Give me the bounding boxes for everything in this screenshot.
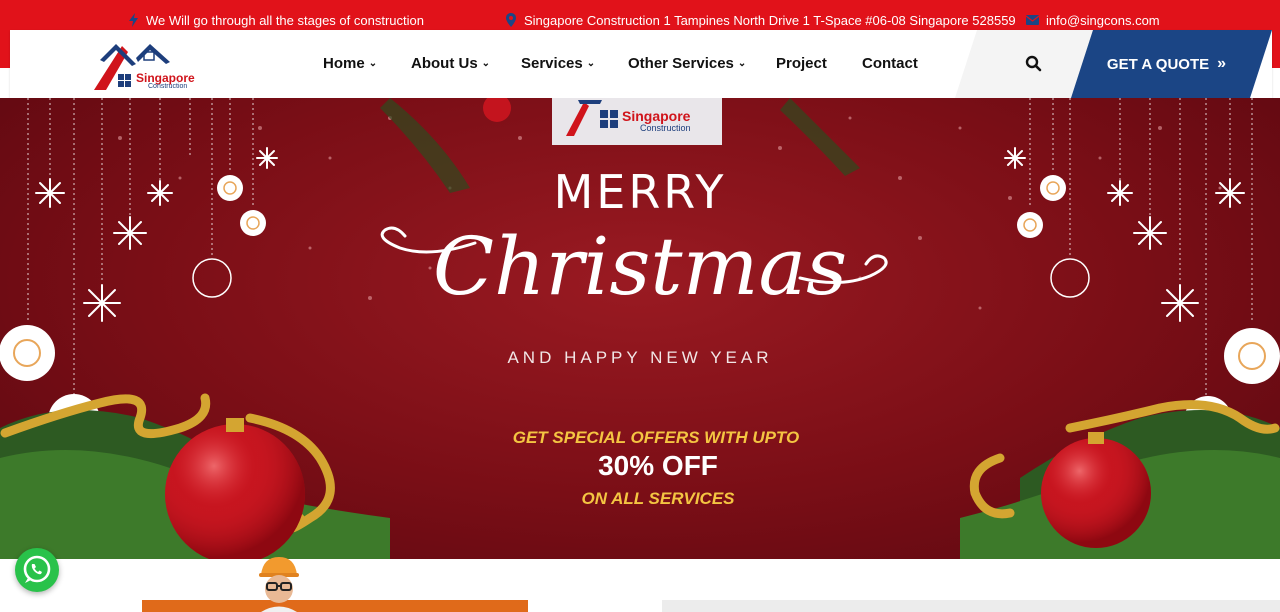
nav-home-label: Home	[323, 54, 365, 72]
nav-services[interactable]: Services ⌄	[521, 53, 595, 73]
chevron-down-icon: ⌄	[368, 57, 378, 69]
address-text: Singapore Construction 1 Tampines North …	[524, 12, 1016, 28]
nav-about-us[interactable]: About Us ⌄	[411, 53, 490, 73]
offer-line-2: 30% OFF	[598, 450, 718, 481]
hero-logo-mark	[566, 100, 618, 136]
chevron-down-icon: ⌄	[481, 57, 491, 69]
tagline-text: We Will go through all the stages of con…	[146, 12, 424, 28]
nav-project[interactable]: Project	[776, 53, 827, 73]
logo-sub: Construction	[148, 83, 188, 90]
email-link[interactable]: info@singcons.com	[1046, 13, 1160, 28]
construction-worker-image	[259, 557, 299, 612]
search-panel	[955, 30, 1093, 98]
nav-contact-label: Contact	[862, 54, 918, 72]
chevron-down-icon: ⌄	[586, 57, 596, 69]
search-icon[interactable]	[1025, 55, 1043, 73]
map-marker-icon	[505, 13, 517, 27]
nav-home[interactable]: Home ⌄	[323, 53, 377, 73]
nav-other-services-label: Other Services	[628, 54, 734, 72]
whatsapp-icon	[23, 555, 51, 583]
grey-section-strip	[662, 600, 1280, 612]
whatsapp-button[interactable]	[15, 548, 59, 592]
nav-about-us-label: About Us	[411, 54, 478, 72]
hero-logo-name: Singapore	[622, 108, 691, 124]
hero-logo-sub: Construction	[640, 123, 691, 133]
hero-christmas: Christmas	[432, 220, 848, 313]
get-a-quote-button[interactable]: GET A QUOTE »	[1071, 30, 1272, 98]
bolt-icon	[127, 13, 139, 27]
nav-services-label: Services	[521, 54, 583, 72]
nav-contact[interactable]: Contact	[862, 53, 918, 73]
chevron-down-icon: ⌄	[737, 57, 747, 69]
offer-line-1: GET SPECIAL OFFERS WITH UPTO	[512, 428, 800, 447]
page: We Will go through all the stages of con…	[0, 0, 1280, 612]
get-a-quote-label: GET A QUOTE	[1106, 55, 1210, 73]
nav-project-label: Project	[776, 54, 827, 72]
nav-other-services[interactable]: Other Services ⌄	[628, 53, 746, 73]
tagline-item: We Will go through all the stages of con…	[127, 11, 424, 29]
email-item[interactable]: info@singcons.com	[1025, 11, 1160, 29]
offer-line-3: ON ALL SERVICES	[581, 489, 735, 508]
envelope-icon	[1025, 13, 1039, 27]
double-chevron-right-icon: »	[1217, 55, 1227, 72]
hero-happy-new-year: AND HAPPY NEW YEAR	[507, 348, 773, 367]
address-item: Singapore Construction 1 Tampines North …	[505, 11, 1016, 29]
orange-section-strip	[142, 600, 528, 612]
hero-merry: MERRY	[553, 165, 727, 219]
